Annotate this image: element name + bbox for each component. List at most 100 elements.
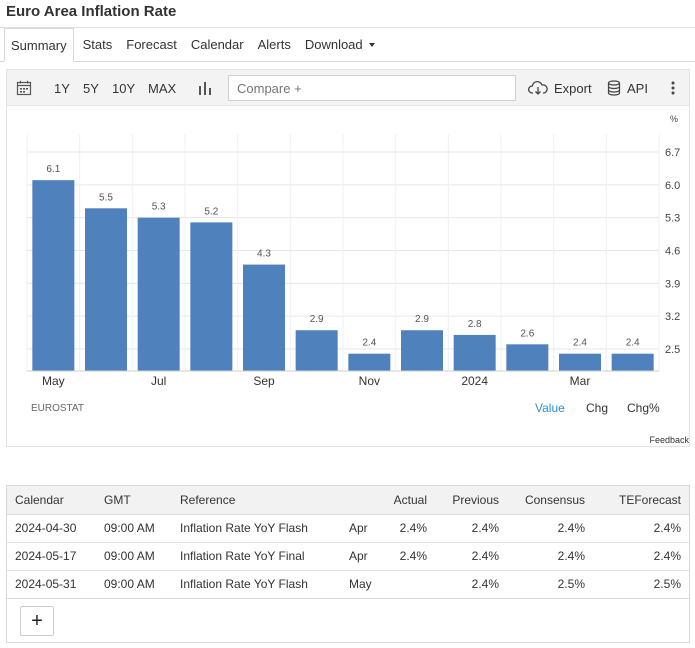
data-label: 6.1	[46, 164, 60, 175]
tab-alerts[interactable]: Alerts	[253, 28, 296, 61]
cell-previous: 2.4%	[435, 570, 507, 599]
data-label: 2.4	[362, 338, 376, 349]
bar	[611, 353, 654, 371]
api-button[interactable]: API	[607, 70, 648, 106]
source-label: EUROSTAT	[31, 403, 84, 414]
cell-date: 2024-05-17	[7, 542, 96, 571]
feedback-link[interactable]: Feedback	[649, 435, 689, 445]
bar	[85, 208, 127, 371]
y-tick-label: 6.0	[665, 180, 680, 192]
bar	[506, 344, 549, 371]
cell-reference: Inflation Rate YoY Final	[172, 542, 341, 571]
mode-value-button[interactable]: Value	[535, 401, 565, 415]
range-5y-button[interactable]: 5Y	[83, 70, 99, 106]
cell-period: Apr	[341, 514, 381, 543]
data-label: 2.9	[310, 314, 324, 325]
table-row[interactable]: 2024-04-30 09:00 AM Inflation Rate YoY F…	[7, 514, 689, 543]
database-icon	[607, 80, 621, 96]
calendar-icon[interactable]	[16, 70, 32, 106]
cell-time: 09:00 AM	[96, 542, 172, 571]
x-tick-label: May	[42, 374, 65, 388]
cell-period: Apr	[341, 542, 381, 571]
col-consensus: Consensus	[507, 486, 593, 515]
bar	[453, 334, 496, 371]
data-label: 5.5	[99, 192, 113, 203]
data-label: 2.8	[468, 319, 482, 330]
table-row[interactable]: 2024-05-17 09:00 AM Inflation Rate YoY F…	[7, 542, 689, 571]
x-tick-label: Jul	[151, 374, 166, 388]
bar-chart-icon[interactable]	[198, 70, 212, 106]
cell-teforecast: 2.4%	[593, 542, 689, 571]
data-label: 4.3	[257, 249, 271, 260]
cell-time: 09:00 AM	[96, 570, 172, 599]
tab-calendar[interactable]: Calendar	[186, 28, 249, 61]
cell-period: May	[341, 570, 381, 599]
y-tick-label: 2.5	[665, 344, 680, 356]
api-label: API	[627, 80, 648, 96]
bar-chart: 2.5 3.2 3.9 4.6 5.3 6.0 6.7% 6.1 May 5.5 5.3 Jul 5.2…	[26, 114, 680, 388]
data-label: 2.9	[415, 314, 429, 325]
bar	[401, 330, 443, 371]
data-label: 2.4	[626, 338, 640, 349]
bar	[137, 217, 180, 371]
tab-stats[interactable]: Stats	[78, 28, 118, 61]
col-teforecast: TEForecast	[593, 486, 689, 515]
cell-reference: Inflation Rate YoY Flash	[172, 514, 341, 543]
cell-teforecast: 2.4%	[593, 514, 689, 543]
col-previous: Previous	[435, 486, 507, 515]
y-tick-label: 5.3	[665, 213, 680, 225]
chart-toolbar: 1Y 5Y 10Y MAX Export	[7, 70, 689, 106]
tab-summary[interactable]: Summary	[4, 28, 74, 62]
cell-time: 09:00 AM	[96, 514, 172, 543]
y-tick-label: 6.7	[665, 147, 680, 159]
cell-date: 2024-04-30	[7, 514, 96, 543]
range-1y-button[interactable]: 1Y	[54, 70, 70, 106]
compare-input[interactable]	[228, 75, 516, 101]
tab-download[interactable]: Download	[300, 28, 380, 61]
cell-previous: 2.4%	[435, 514, 507, 543]
col-actual: Actual	[381, 486, 435, 515]
y-tick-label: 4.6	[665, 246, 680, 258]
x-tick-label: Mar	[570, 374, 591, 388]
calendar-header-row: Calendar GMT Reference Actual Previous C…	[7, 486, 689, 515]
tab-bar: Summary Stats Forecast Calendar Alerts D…	[0, 28, 695, 62]
x-tick-label: 2024	[461, 374, 488, 388]
table-row[interactable]: 2024-05-31 09:00 AM Inflation Rate YoY F…	[7, 570, 689, 599]
cell-teforecast: 2.5%	[593, 570, 689, 599]
export-button[interactable]: Export	[528, 70, 592, 106]
y-tick-label: 3.2	[665, 311, 680, 323]
caret-down-icon	[368, 42, 375, 47]
page-title: Euro Area Inflation Rate	[6, 3, 177, 20]
range-10y-button[interactable]: 10Y	[112, 70, 135, 106]
table-footer-divider	[7, 598, 689, 599]
cell-actual: 2.4%	[381, 514, 435, 543]
col-calendar: Calendar	[7, 486, 96, 515]
data-label: 5.3	[152, 202, 166, 213]
more-options-icon[interactable]	[671, 70, 675, 106]
chart-card: 1Y 5Y 10Y MAX Export	[6, 69, 690, 447]
col-reference: Reference	[172, 486, 341, 515]
y-tick-label: 3.9	[665, 278, 680, 290]
cell-consensus: 2.4%	[507, 514, 593, 543]
calendar-card: Calendar GMT Reference Actual Previous C…	[6, 485, 690, 643]
data-label: 5.2	[204, 206, 218, 217]
data-label: 2.4	[573, 338, 587, 349]
unit-label: %	[670, 114, 678, 124]
col-period	[341, 486, 381, 515]
mode-chg-pct-button[interactable]: Chg%	[627, 401, 660, 415]
export-label: Export	[554, 80, 592, 96]
cell-date: 2024-05-31	[7, 570, 96, 599]
tab-download-label: Download	[304, 37, 363, 52]
bar	[190, 222, 233, 371]
data-label: 2.6	[520, 328, 534, 339]
calendar-table: Calendar GMT Reference Actual Previous C…	[7, 486, 689, 599]
x-tick-label: Sep	[253, 374, 275, 388]
cloud-download-icon	[528, 80, 548, 96]
add-event-button[interactable]: +	[20, 606, 54, 636]
bar	[32, 180, 75, 371]
cell-actual: 2.4%	[381, 542, 435, 571]
range-max-button[interactable]: MAX	[148, 70, 176, 106]
tab-forecast[interactable]: Forecast	[121, 28, 182, 61]
mode-chg-button[interactable]: Chg	[586, 401, 608, 415]
bar	[559, 353, 601, 371]
